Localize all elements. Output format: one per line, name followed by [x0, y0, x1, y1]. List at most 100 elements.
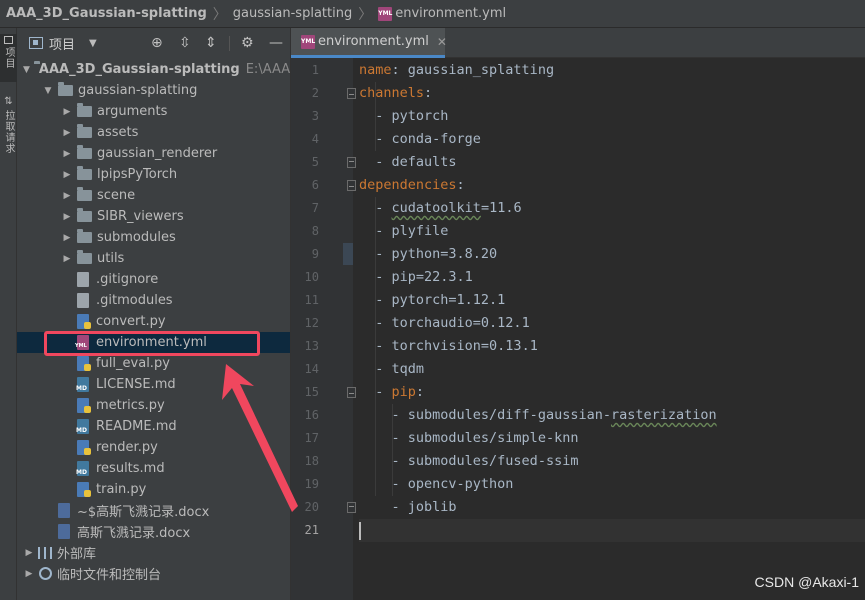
- chevron-right-icon[interactable]: ▶: [61, 212, 73, 222]
- chevron-right-icon[interactable]: ▶: [61, 233, 73, 243]
- expand-all-icon[interactable]: ⇳: [179, 35, 191, 51]
- tool-tab-project[interactable]: 项目: [0, 34, 17, 82]
- collapse-all-icon[interactable]: ⇕: [205, 35, 217, 51]
- settings-icon[interactable]: ⚙: [241, 35, 254, 51]
- fold-collapse-icon[interactable]: [347, 387, 356, 398]
- tree-item[interactable]: results.md: [17, 458, 290, 479]
- code-text: =11.6: [480, 200, 522, 216]
- tree-item[interactable]: train.py: [17, 479, 290, 500]
- line-number: 20: [304, 500, 319, 514]
- code-line: - conda-forge: [359, 128, 481, 151]
- toolbar-divider: [229, 36, 230, 51]
- tree-item[interactable]: ▶ lpipsPyTorch: [17, 164, 290, 185]
- current-line-highlight: [359, 519, 865, 542]
- chevron-right-icon[interactable]: ▶: [61, 254, 73, 264]
- code-text: - submodules/simple-knn: [391, 430, 579, 446]
- line-number: 19: [304, 477, 319, 491]
- tree-item[interactable]: ▶ 外部库: [17, 542, 290, 563]
- tree-item[interactable]: ~$高斯飞溅记录.docx: [17, 500, 290, 521]
- line-number: 3: [311, 109, 319, 123]
- tree-item[interactable]: README.md: [17, 416, 290, 437]
- tree-item-label: 临时文件和控制台: [57, 568, 162, 583]
- chevron-right-icon[interactable]: ▶: [23, 548, 35, 558]
- tab-environment-yml[interactable]: YML environment.yml ✕: [291, 28, 447, 58]
- chevron-right-icon[interactable]: ▶: [61, 149, 73, 159]
- tree-item[interactable]: convert.py: [17, 311, 290, 332]
- fold-collapse-icon[interactable]: [347, 180, 356, 191]
- tree-item[interactable]: ▶ SIBR_viewers: [17, 206, 290, 227]
- code-area[interactable]: name: gaussian_splatting channels: - pyto…: [359, 58, 865, 600]
- line-number: 18: [304, 454, 319, 468]
- project-view-selector[interactable]: 项目: [49, 34, 75, 53]
- tree-item[interactable]: ▶ utils: [17, 248, 290, 269]
- line-number: 5: [311, 155, 319, 169]
- editor-area: YML environment.yml ✕ 1 2 3 4 5 6 7 8 9 10 11 12 13 1…: [291, 28, 865, 600]
- tree-item[interactable]: LICENSE.md: [17, 374, 290, 395]
- tree-item[interactable]: ▶ assets: [17, 122, 290, 143]
- breadcrumb-root[interactable]: AAA_3D_Gaussian-splatting: [6, 6, 207, 21]
- git-file-icon: [77, 272, 89, 287]
- md-file-icon: [76, 419, 89, 434]
- close-icon[interactable]: ✕: [437, 35, 447, 49]
- target-icon[interactable]: ⊕: [151, 35, 163, 51]
- tree-item[interactable]: render.py: [17, 437, 290, 458]
- tree-item[interactable]: full_eval.py: [17, 353, 290, 374]
- tree-item[interactable]: ▼ AAA_3D_Gaussian-splatting E:\AAA_: [17, 59, 290, 80]
- yaml-key: name: [359, 62, 392, 78]
- tool-tab-project-label: 项目: [3, 47, 14, 69]
- chevron-right-icon[interactable]: ▶: [23, 569, 35, 579]
- tree-item[interactable]: 高斯飞溅记录.docx: [17, 521, 290, 542]
- fold-collapse-icon[interactable]: [347, 88, 356, 99]
- tree-item[interactable]: ▶ submodules: [17, 227, 290, 248]
- chevron-right-icon[interactable]: ▶: [61, 107, 73, 117]
- line-number: 14: [304, 362, 319, 376]
- py-file-icon: [77, 398, 91, 413]
- chevron-down-icon[interactable]: ▼: [42, 86, 54, 96]
- hide-icon[interactable]: —: [269, 35, 283, 51]
- tree-item[interactable]: ▶ scene: [17, 185, 290, 206]
- fold-end-icon[interactable]: [347, 502, 356, 513]
- tree-item-label: assets: [97, 125, 139, 140]
- line-number: 6: [311, 178, 319, 192]
- chevron-right-icon[interactable]: ▶: [61, 191, 73, 201]
- tree-item[interactable]: .gitmodules: [17, 290, 290, 311]
- chevron-down-icon[interactable]: ▼: [89, 38, 97, 49]
- project-view-icon: [29, 37, 43, 49]
- code-text: - pytorch=1.12.1: [375, 292, 506, 308]
- breadcrumb-folder[interactable]: gaussian-splatting: [233, 6, 352, 21]
- yaml-key: dependencies: [359, 177, 457, 193]
- tree-item[interactable]: .gitignore: [17, 269, 290, 290]
- tree-item-label: .gitignore: [96, 272, 159, 287]
- breadcrumb-file[interactable]: environment.yml: [395, 6, 506, 21]
- breadcrumb: AAA_3D_Gaussian-splatting 〉 gaussian-spl…: [0, 0, 865, 28]
- project-icon: [4, 36, 13, 44]
- scratches-icon: [39, 567, 52, 580]
- tool-tab-pull-requests[interactable]: ⇅ 拉取请求: [0, 94, 17, 174]
- tree-item[interactable]: metrics.py: [17, 395, 290, 416]
- md-file-icon: [76, 461, 89, 476]
- left-tool-strip: 项目 ⇅ 拉取请求: [0, 28, 17, 600]
- chevron-right-icon[interactable]: ▶: [61, 128, 73, 138]
- line-number: 4: [311, 132, 319, 146]
- chevron-down-icon[interactable]: ▼: [23, 65, 30, 75]
- tree-item[interactable]: ▶ gaussian_renderer: [17, 143, 290, 164]
- tree-item[interactable]: ▶ arguments: [17, 101, 290, 122]
- code-text: :: [415, 384, 425, 400]
- code-text: - plyfile: [375, 223, 449, 239]
- chevron-right-icon[interactable]: ▶: [61, 170, 73, 180]
- code-line: - pytorch: [359, 105, 448, 128]
- code-line: - pip=22.3.1: [359, 266, 473, 289]
- code-line: - submodules/diff-gaussian-rasterization: [359, 404, 717, 427]
- folder-icon: [58, 82, 73, 96]
- code-line: - submodules/simple-knn: [359, 427, 579, 450]
- tree-item[interactable]: ▶ 临时文件和控制台: [17, 563, 290, 584]
- fold-end-icon[interactable]: [347, 157, 356, 168]
- code-line: - defaults: [359, 151, 456, 174]
- tree-item[interactable]: ▼ gaussian-splatting: [17, 80, 290, 101]
